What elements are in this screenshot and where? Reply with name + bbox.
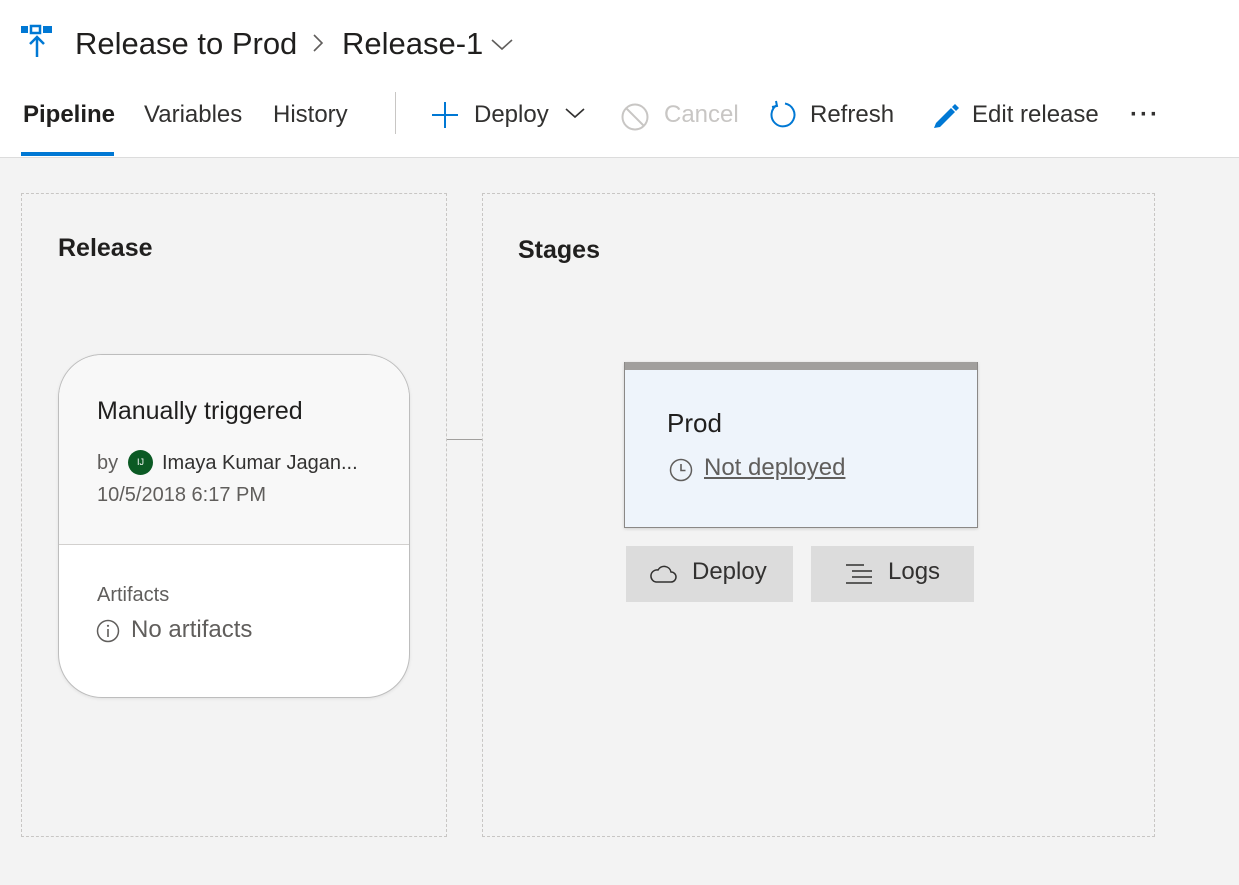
plus-icon — [432, 102, 458, 128]
active-tab-indicator — [21, 152, 114, 156]
refresh-button-label: Refresh — [810, 101, 895, 128]
stage-deploy-button[interactable]: Deploy — [626, 546, 793, 602]
tab-pipeline[interactable]: Pipeline — [23, 98, 115, 132]
stage-logs-label: Logs — [888, 558, 941, 585]
release-date: 10/5/2018 6:17 PM — [97, 484, 267, 506]
breadcrumb-release[interactable]: Release-1 — [342, 24, 483, 64]
clock-icon — [669, 458, 693, 482]
pipeline-connector — [447, 439, 482, 440]
artifacts-value: No artifacts — [131, 616, 253, 643]
deploy-button-label: Deploy — [474, 101, 549, 128]
chevron-down-icon[interactable] — [490, 34, 514, 54]
avatar: IJ — [128, 450, 153, 475]
stage-status-link[interactable]: Not deployed — [704, 454, 845, 482]
edit-release-button-label: Edit release — [972, 101, 1099, 128]
pencil-icon — [934, 104, 959, 128]
cancel-icon — [621, 103, 649, 131]
chevron-right-icon — [313, 34, 324, 52]
deploy-button[interactable]: Deploy — [430, 98, 590, 134]
release-card-summary: Manually triggered by IJ Imaya Kumar Jag… — [59, 355, 409, 545]
cancel-button[interactable]: Cancel — [620, 98, 740, 134]
stage-status-bar — [625, 362, 977, 370]
breadcrumb-pipeline[interactable]: Release to Prod — [75, 24, 297, 64]
cancel-button-label: Cancel — [664, 101, 739, 128]
release-panel-title: Release — [58, 234, 153, 262]
stage-name: Prod — [667, 408, 722, 438]
stage-logs-button[interactable]: Logs — [811, 546, 974, 602]
stage-card-prod[interactable]: Prod Not deployed — [624, 362, 978, 528]
refresh-icon — [770, 100, 796, 128]
cloud-icon — [650, 565, 677, 583]
by-label: by — [97, 452, 119, 474]
stage-deploy-label: Deploy — [692, 558, 767, 585]
edit-release-button[interactable]: Edit release — [930, 98, 1100, 134]
release-pipeline-icon — [21, 24, 52, 57]
tab-variables[interactable]: Variables — [144, 98, 242, 132]
more-icon: ··· — [1130, 101, 1160, 128]
toolbar-divider — [395, 92, 396, 134]
artifacts-label: Artifacts — [97, 584, 170, 606]
trigger-text: Manually triggered — [97, 397, 303, 425]
refresh-button[interactable]: Refresh — [768, 98, 895, 134]
release-card[interactable]: Manually triggered by IJ Imaya Kumar Jag… — [58, 354, 410, 698]
logs-icon — [846, 564, 872, 584]
chevron-down-icon — [565, 108, 585, 119]
stages-panel-title: Stages — [518, 236, 600, 264]
tab-history[interactable]: History — [273, 98, 348, 132]
top-header: Release to Prod Release-1 Pipeline Varia… — [0, 0, 1239, 158]
info-icon — [96, 619, 120, 643]
user-name: Imaya Kumar Jagan... — [162, 452, 358, 474]
more-actions-button[interactable]: ··· — [1130, 98, 1170, 134]
